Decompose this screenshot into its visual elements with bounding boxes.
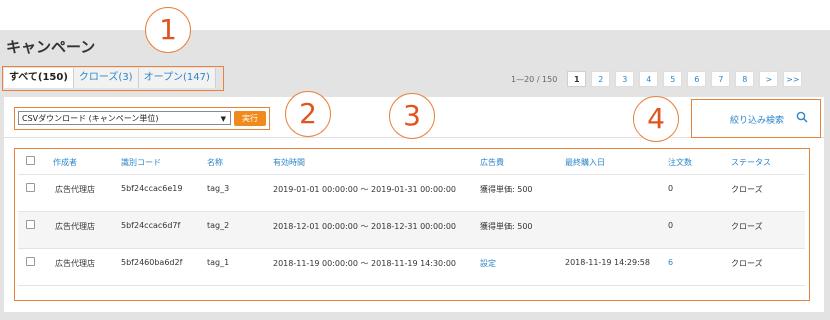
annotation-box-table [14,148,810,301]
page-7[interactable]: 7 [711,71,731,87]
page-5[interactable]: 5 [663,71,683,87]
page-4[interactable]: 4 [639,71,659,87]
annotation-marker-4: 4 [633,96,679,142]
last-page-button[interactable]: >> [783,71,803,87]
page-3[interactable]: 3 [615,71,635,87]
page-8[interactable]: 8 [735,71,755,87]
pagination-range: 1—20 / 150 [511,74,558,84]
next-page-button[interactable]: > [759,71,779,87]
annotation-box-toolbar [14,107,270,130]
page-6[interactable]: 6 [687,71,707,87]
pagination: 1—20 / 150 1 2 3 4 5 6 7 8 > >> [511,71,807,87]
page-2[interactable]: 2 [591,71,611,87]
page-title: キャンペーン [6,38,96,56]
annotation-marker-1: 1 [145,7,191,53]
annotation-marker-3: 3 [389,93,435,139]
annotation-box-search [691,99,821,138]
annotation-box-tabs [2,66,224,91]
page-1[interactable]: 1 [567,71,587,87]
annotation-marker-2: 2 [285,91,331,137]
